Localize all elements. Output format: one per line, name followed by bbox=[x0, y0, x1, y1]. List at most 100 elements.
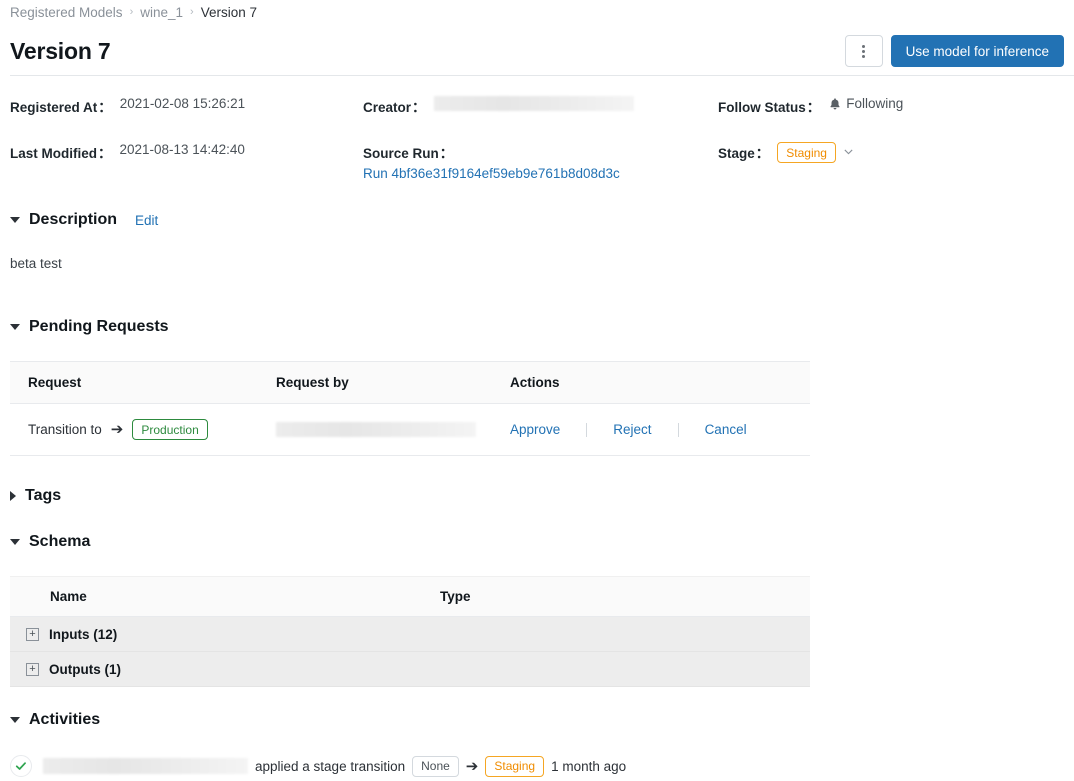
source-run-label: Source Run bbox=[363, 146, 439, 161]
column-header-type: Type bbox=[440, 576, 810, 617]
breadcrumb-item-model[interactable]: wine_1 bbox=[140, 5, 183, 20]
table-header-row: Name Type bbox=[10, 576, 810, 617]
stage-badge-none: None bbox=[412, 755, 459, 777]
activities-section: Activities applied a stage transition No… bbox=[10, 711, 626, 777]
registered-at-field: Registered At： 2021-02-08 15:26:21 bbox=[10, 96, 245, 116]
pending-requests-heading: Pending Requests bbox=[29, 318, 169, 335]
stage-badge-production: Production bbox=[132, 419, 208, 440]
metadata-column-status: Follow Status： Following Stage： Staging bbox=[718, 96, 903, 189]
use-model-for-inference-button[interactable]: Use model for inference bbox=[890, 35, 1064, 67]
reject-link[interactable]: Reject bbox=[613, 422, 651, 437]
source-run-link[interactable]: Run 4bf36e31f9164ef59eb9e761b8d08d3c bbox=[363, 166, 620, 181]
schema-row-inputs[interactable]: + Inputs (12) bbox=[10, 616, 810, 652]
follow-status-value: Following bbox=[846, 96, 904, 111]
tags-heading: Tags bbox=[25, 487, 62, 504]
label-colon: ： bbox=[98, 146, 112, 161]
arrow-right-icon: ➔ bbox=[465, 757, 479, 775]
activity-description: applied a stage transition bbox=[255, 758, 406, 774]
caret-down-icon[interactable] bbox=[10, 217, 20, 223]
page-header: Version 7 Use model for inference bbox=[10, 30, 1064, 72]
creator-value-redacted bbox=[433, 96, 634, 111]
tags-section: Tags bbox=[10, 487, 61, 505]
schema-table-head: Name Type bbox=[10, 576, 810, 617]
description-section: Description Edit beta test bbox=[10, 211, 158, 271]
caret-right-icon[interactable] bbox=[10, 491, 16, 501]
chevron-down-icon[interactable] bbox=[843, 146, 854, 160]
description-section-header[interactable]: Description Edit bbox=[10, 211, 158, 229]
schema-heading: Schema bbox=[29, 533, 91, 550]
last-modified-value: 2021-08-13 14:42:40 bbox=[119, 142, 245, 157]
schema-table-body: + Inputs (12) + Outputs (1) bbox=[10, 616, 810, 687]
last-modified-field: Last Modified： 2021-08-13 14:42:40 bbox=[10, 142, 245, 162]
pending-requests-table-body: Transition to ➔ Production Approve Rejec… bbox=[10, 403, 810, 456]
approve-link[interactable]: Approve bbox=[510, 422, 560, 437]
column-header-name: Name bbox=[10, 576, 440, 617]
kebab-dot-icon bbox=[862, 44, 866, 48]
request-transition-label: Transition to bbox=[28, 422, 102, 437]
column-header-request: Request bbox=[10, 361, 258, 404]
breadcrumb: Registered Models › wine_1 › Version 7 bbox=[10, 5, 257, 20]
expand-plus-icon[interactable]: + bbox=[26, 627, 39, 641]
follow-status-label: Follow Status bbox=[718, 100, 806, 115]
breadcrumb-item-registered-models[interactable]: Registered Models bbox=[10, 5, 123, 20]
pending-requests-table: Request Request by Actions Transition to… bbox=[10, 361, 810, 456]
registered-at-label: Registered At bbox=[10, 100, 98, 115]
label-colon: ： bbox=[412, 100, 426, 115]
caret-down-icon[interactable] bbox=[10, 539, 20, 545]
activity-actor-redacted bbox=[43, 758, 248, 774]
caret-down-icon[interactable] bbox=[10, 324, 20, 330]
table-row: + Outputs (1) bbox=[10, 651, 810, 687]
caret-down-icon[interactable] bbox=[10, 717, 20, 723]
cell-request-by bbox=[258, 403, 492, 456]
schema-section: Schema Name Type + Inputs (12) + Outputs (… bbox=[10, 533, 810, 687]
table-row: Transition to ➔ Production Approve Rejec… bbox=[10, 403, 810, 456]
follow-toggle[interactable]: Following bbox=[828, 96, 903, 111]
stage-selector[interactable]: Staging bbox=[777, 142, 854, 163]
check-circle-icon bbox=[10, 755, 32, 777]
bell-icon bbox=[828, 97, 842, 111]
creator-label: Creator bbox=[363, 100, 412, 115]
cell-actions: Approve Reject Cancel bbox=[492, 403, 810, 456]
pending-requests-section-header[interactable]: Pending Requests bbox=[10, 318, 810, 336]
follow-status-field: Follow Status： Following bbox=[718, 96, 903, 116]
expand-plus-icon[interactable]: + bbox=[26, 662, 39, 676]
schema-table: Name Type + Inputs (12) + Outputs (1) bbox=[10, 576, 810, 687]
page-title: Version 7 bbox=[10, 37, 111, 64]
breadcrumb-separator-icon: › bbox=[129, 6, 134, 18]
description-heading: Description bbox=[29, 211, 118, 228]
schema-section-header[interactable]: Schema bbox=[10, 533, 810, 551]
kebab-dot-icon bbox=[862, 49, 866, 53]
header-actions: Use model for inference bbox=[844, 35, 1064, 67]
activities-heading: Activities bbox=[29, 711, 101, 728]
column-header-request-by: Request by bbox=[258, 361, 492, 404]
stage-field: Stage： Staging bbox=[718, 142, 903, 163]
action-divider bbox=[586, 422, 588, 437]
stage-badge-staging[interactable]: Staging bbox=[777, 142, 836, 163]
registered-at-value: 2021-02-08 15:26:21 bbox=[119, 96, 246, 111]
activity-timestamp: 1 month ago bbox=[551, 758, 627, 774]
schema-inputs-label: Inputs (12) bbox=[49, 626, 118, 642]
metadata-column-dates: Registered At： 2021-02-08 15:26:21 Last … bbox=[10, 96, 245, 188]
stage-badge-staging: Staging bbox=[485, 755, 545, 777]
header-divider bbox=[10, 75, 1074, 76]
tags-section-header[interactable]: Tags bbox=[10, 487, 61, 505]
table-row: + Inputs (12) bbox=[10, 616, 810, 652]
breadcrumb-separator-icon: › bbox=[190, 6, 194, 18]
label-colon: ： bbox=[98, 100, 112, 115]
schema-row-outputs[interactable]: + Outputs (1) bbox=[10, 651, 810, 687]
arrow-right-icon: ➔ bbox=[110, 421, 124, 438]
description-body: beta test bbox=[10, 256, 62, 271]
label-colon: ： bbox=[755, 146, 770, 161]
cancel-link[interactable]: Cancel bbox=[705, 422, 747, 437]
kebab-dot-icon bbox=[862, 54, 866, 58]
action-divider bbox=[677, 422, 679, 437]
description-edit-button[interactable]: Edit bbox=[135, 213, 158, 228]
schema-outputs-label: Outputs (1) bbox=[49, 661, 121, 677]
breadcrumb-item-current: Version 7 bbox=[200, 5, 257, 20]
creator-field: Creator： bbox=[363, 96, 634, 116]
overflow-menu-button[interactable] bbox=[844, 35, 883, 67]
stage-label: Stage bbox=[718, 146, 755, 161]
table-header-row: Request Request by Actions bbox=[10, 361, 810, 404]
list-item: applied a stage transition None ➔ Stagin… bbox=[10, 755, 626, 777]
activities-section-header[interactable]: Activities bbox=[10, 711, 626, 729]
